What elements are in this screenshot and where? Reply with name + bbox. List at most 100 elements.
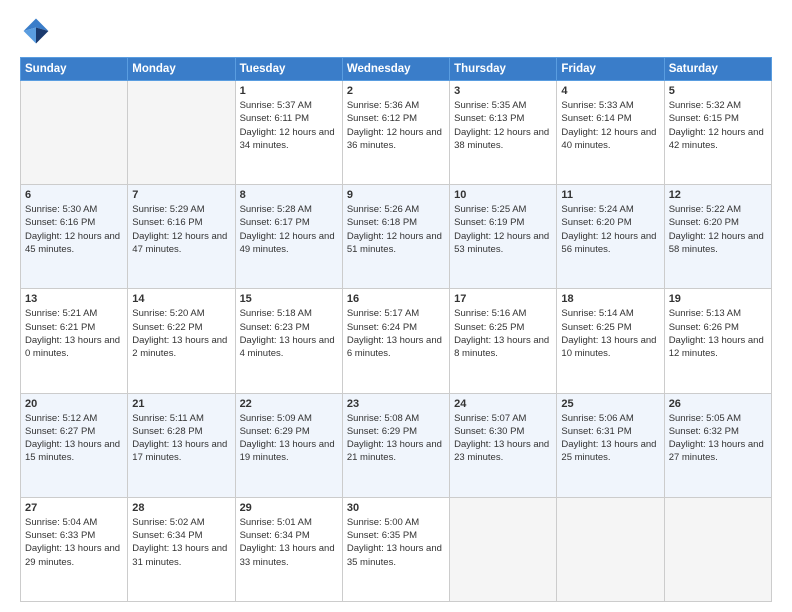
day-info: Sunrise: 5:25 AM Sunset: 6:19 PM Dayligh… (454, 203, 552, 256)
day-info: Sunrise: 5:17 AM Sunset: 6:24 PM Dayligh… (347, 307, 445, 360)
day-number: 25 (561, 398, 659, 410)
day-number: 21 (132, 398, 230, 410)
day-number: 22 (240, 398, 338, 410)
day-info: Sunrise: 5:04 AM Sunset: 6:33 PM Dayligh… (25, 516, 123, 569)
calendar-cell: 3Sunrise: 5:35 AM Sunset: 6:13 PM Daylig… (450, 81, 557, 185)
calendar-cell: 11 Sunrise: 5:24 AM Sunset: 6:20 PM Dayli… (557, 185, 664, 289)
day-info: Sunrise: 5:32 AM Sunset: 6:15 PM Dayligh… (669, 99, 767, 152)
day-info: Sunrise: 5:14 AM Sunset: 6:25 PM Dayligh… (561, 307, 659, 360)
col-header-wednesday: Wednesday (342, 58, 449, 81)
day-number: 3 (454, 85, 552, 97)
day-number: 12 (669, 189, 767, 201)
day-number: 27 (25, 502, 123, 514)
calendar-cell: 21 Sunrise: 5:11 AM Sunset: 6:28 PM Dayli… (128, 393, 235, 497)
day-info: Sunrise: 5:21 AM Sunset: 6:21 PM Dayligh… (25, 307, 123, 360)
logo-icon (20, 15, 52, 47)
day-info: Sunrise: 5:13 AM Sunset: 6:26 PM Dayligh… (669, 307, 767, 360)
day-number: 6 (25, 189, 123, 201)
col-header-thursday: Thursday (450, 58, 557, 81)
day-info: Sunrise: 5:36 AM Sunset: 6:12 PM Dayligh… (347, 99, 445, 152)
page: SundayMondayTuesdayWednesdayThursdayFrid… (0, 0, 792, 612)
day-number: 20 (25, 398, 123, 410)
day-number: 23 (347, 398, 445, 410)
day-number: 16 (347, 293, 445, 305)
day-info: Sunrise: 5:05 AM Sunset: 6:32 PM Dayligh… (669, 412, 767, 465)
day-number: 28 (132, 502, 230, 514)
calendar-cell: 14Sunrise: 5:20 AM Sunset: 6:22 PM Dayli… (128, 289, 235, 393)
calendar-cell (557, 497, 664, 601)
day-number: 5 (669, 85, 767, 97)
calendar-header-row: SundayMondayTuesdayWednesdayThursdayFrid… (21, 58, 772, 81)
calendar-cell: 28 Sunrise: 5:02 AM Sunset: 6:34 PM Dayli… (128, 497, 235, 601)
day-info: Sunrise: 5:16 AM Sunset: 6:25 PM Dayligh… (454, 307, 552, 360)
col-header-sunday: Sunday (21, 58, 128, 81)
day-number: 15 (240, 293, 338, 305)
day-info: Sunrise: 5:01 AM Sunset: 6:34 PM Dayligh… (240, 516, 338, 569)
calendar-cell: 25 Sunrise: 5:06 AM Sunset: 6:31 PM Dayli… (557, 393, 664, 497)
day-info: Sunrise: 5:28 AM Sunset: 6:17 PM Dayligh… (240, 203, 338, 256)
calendar-cell: 8 Sunrise: 5:28 AM Sunset: 6:17 PM Daylig… (235, 185, 342, 289)
calendar-cell: 6Sunrise: 5:30 AM Sunset: 6:16 PM Daylig… (21, 185, 128, 289)
day-info: Sunrise: 5:12 AM Sunset: 6:27 PM Dayligh… (25, 412, 123, 465)
calendar-cell: 18Sunrise: 5:14 AM Sunset: 6:25 PM Dayli… (557, 289, 664, 393)
calendar-week-row: 6Sunrise: 5:30 AM Sunset: 6:16 PM Daylig… (21, 185, 772, 289)
calendar-week-row: 13 Sunrise: 5:21 AM Sunset: 6:21 PM Dayli… (21, 289, 772, 393)
col-header-saturday: Saturday (664, 58, 771, 81)
calendar-cell (128, 81, 235, 185)
calendar-cell: 10 Sunrise: 5:25 AM Sunset: 6:19 PM Dayli… (450, 185, 557, 289)
day-number: 13 (25, 293, 123, 305)
calendar-cell: 15 Sunrise: 5:18 AM Sunset: 6:23 PM Dayli… (235, 289, 342, 393)
day-number: 1 (240, 85, 338, 97)
day-info: Sunrise: 5:06 AM Sunset: 6:31 PM Dayligh… (561, 412, 659, 465)
calendar-week-row: 27 Sunrise: 5:04 AM Sunset: 6:33 PM Dayli… (21, 497, 772, 601)
calendar-cell: 22 Sunrise: 5:09 AM Sunset: 6:29 PM Dayli… (235, 393, 342, 497)
calendar-cell: 4 Sunrise: 5:33 AM Sunset: 6:14 PM Daylig… (557, 81, 664, 185)
day-info: Sunrise: 5:07 AM Sunset: 6:30 PM Dayligh… (454, 412, 552, 465)
calendar-cell: 29 Sunrise: 5:01 AM Sunset: 6:34 PM Dayli… (235, 497, 342, 601)
day-number: 9 (347, 189, 445, 201)
calendar-cell (664, 497, 771, 601)
calendar-week-row: 1Sunrise: 5:37 AM Sunset: 6:11 PM Daylig… (21, 81, 772, 185)
day-number: 7 (132, 189, 230, 201)
calendar-cell: 1Sunrise: 5:37 AM Sunset: 6:11 PM Daylig… (235, 81, 342, 185)
calendar-cell: 27 Sunrise: 5:04 AM Sunset: 6:33 PM Dayli… (21, 497, 128, 601)
day-number: 11 (561, 189, 659, 201)
calendar-cell: 19Sunrise: 5:13 AM Sunset: 6:26 PM Dayli… (664, 289, 771, 393)
col-header-tuesday: Tuesday (235, 58, 342, 81)
day-number: 17 (454, 293, 552, 305)
calendar-cell (450, 497, 557, 601)
calendar-cell: 20 Sunrise: 5:12 AM Sunset: 6:27 PM Dayli… (21, 393, 128, 497)
day-number: 14 (132, 293, 230, 305)
day-info: Sunrise: 5:09 AM Sunset: 6:29 PM Dayligh… (240, 412, 338, 465)
day-number: 4 (561, 85, 659, 97)
calendar-table: SundayMondayTuesdayWednesdayThursdayFrid… (20, 57, 772, 602)
calendar-cell (21, 81, 128, 185)
calendar-cell: 17 Sunrise: 5:16 AM Sunset: 6:25 PM Dayli… (450, 289, 557, 393)
day-info: Sunrise: 5:02 AM Sunset: 6:34 PM Dayligh… (132, 516, 230, 569)
day-number: 10 (454, 189, 552, 201)
calendar-cell: 9 Sunrise: 5:26 AM Sunset: 6:18 PM Daylig… (342, 185, 449, 289)
day-number: 26 (669, 398, 767, 410)
day-number: 24 (454, 398, 552, 410)
day-info: Sunrise: 5:22 AM Sunset: 6:20 PM Dayligh… (669, 203, 767, 256)
day-number: 29 (240, 502, 338, 514)
calendar-cell: 16 Sunrise: 5:17 AM Sunset: 6:24 PM Dayli… (342, 289, 449, 393)
day-info: Sunrise: 5:24 AM Sunset: 6:20 PM Dayligh… (561, 203, 659, 256)
calendar-cell: 26 Sunrise: 5:05 AM Sunset: 6:32 PM Dayli… (664, 393, 771, 497)
logo (20, 15, 56, 47)
col-header-monday: Monday (128, 58, 235, 81)
day-number: 30 (347, 502, 445, 514)
day-info: Sunrise: 5:00 AM Sunset: 6:35 PM Dayligh… (347, 516, 445, 569)
calendar-cell: 5 Sunrise: 5:32 AM Sunset: 6:15 PM Daylig… (664, 81, 771, 185)
calendar-cell: 23 Sunrise: 5:08 AM Sunset: 6:29 PM Dayli… (342, 393, 449, 497)
col-header-friday: Friday (557, 58, 664, 81)
day-number: 8 (240, 189, 338, 201)
calendar-cell: 30 Sunrise: 5:00 AM Sunset: 6:35 PM Dayli… (342, 497, 449, 601)
day-info: Sunrise: 5:11 AM Sunset: 6:28 PM Dayligh… (132, 412, 230, 465)
day-info: Sunrise: 5:26 AM Sunset: 6:18 PM Dayligh… (347, 203, 445, 256)
calendar-cell: 2 Sunrise: 5:36 AM Sunset: 6:12 PM Daylig… (342, 81, 449, 185)
day-info: Sunrise: 5:18 AM Sunset: 6:23 PM Dayligh… (240, 307, 338, 360)
day-info: Sunrise: 5:33 AM Sunset: 6:14 PM Dayligh… (561, 99, 659, 152)
day-info: Sunrise: 5:08 AM Sunset: 6:29 PM Dayligh… (347, 412, 445, 465)
day-number: 2 (347, 85, 445, 97)
